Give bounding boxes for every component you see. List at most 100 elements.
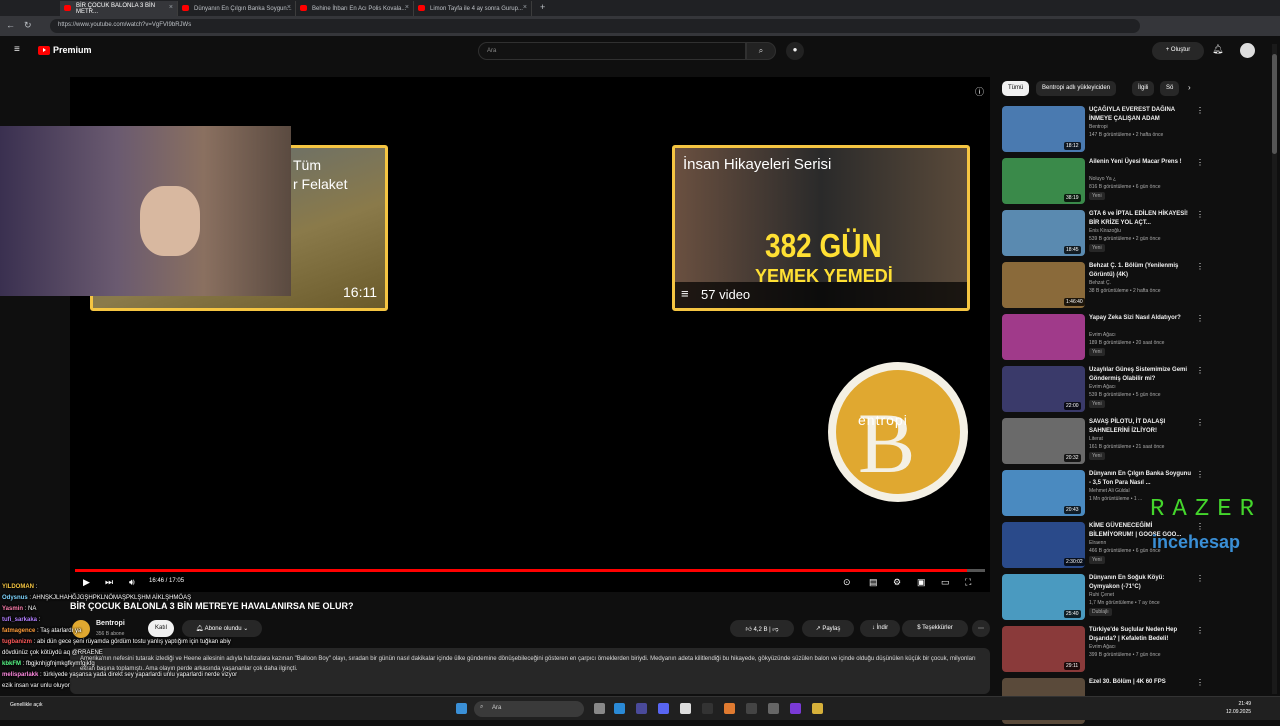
recommendation-item[interactable]: 18:12 UÇAĞIYLA EVEREST DAĞINA İNMEYE ÇALI… — [1000, 104, 1204, 154]
chrome-icon[interactable] — [636, 703, 647, 714]
close-icon[interactable]: × — [169, 4, 173, 11]
recommendation-item[interactable]: Yapay Zeka Sizi Nasıl Aldatıyor? Evrim Ağ… — [1000, 312, 1204, 362]
url-field[interactable]: https://www.youtube.com/watch?v=VgFVI9bR… — [50, 19, 1140, 33]
back-icon[interactable]: ← — [6, 20, 15, 30]
chip-related[interactable]: İlgili — [1132, 81, 1155, 96]
scrollbar[interactable] — [1272, 44, 1277, 694]
recommendation-item[interactable]: 1:46:40 Behzat Ç. 1. Bölüm (Yenilenmiş Gö… — [1000, 260, 1204, 310]
info-icon[interactable]: ⓘ — [975, 85, 984, 98]
weather-widget[interactable]: Genellikle açık — [10, 702, 43, 709]
recommendation-channel[interactable]: Evrim Ağacı — [1089, 384, 1116, 390]
more-options-icon[interactable]: ⋮ — [1196, 366, 1204, 375]
settings-icon[interactable]: ⚙ — [893, 577, 901, 588]
share-button[interactable]: ↗ Paylaş — [802, 620, 854, 637]
more-options-icon[interactable]: ⋮ — [1196, 470, 1204, 479]
recommendation-channel[interactable]: Evrim Ağacı — [1089, 332, 1116, 338]
start-icon[interactable] — [456, 703, 467, 714]
taskbar-clock[interactable]: 21:49 12.09.2025 — [1226, 700, 1251, 716]
miniplayer-icon[interactable]: ▣ — [917, 577, 926, 588]
browser-tab[interactable]: BİR ÇOCUK BALONLA 3 BİN METR... × — [60, 1, 178, 16]
recommendation-channel[interactable]: Noluyo Ya ¿ — [1089, 176, 1116, 182]
more-options-icon[interactable]: ⋮ — [1196, 210, 1204, 219]
fullscreen-icon[interactable]: ⛶ — [965, 577, 971, 588]
recommendation-item[interactable]: 20:32 SAVAŞ PİLOTU, İT DALAŞI SAHNELERİNİ… — [1000, 416, 1204, 466]
recommendation-title[interactable]: Uzaylılar Güneş Sistemimize Gemi Gönderm… — [1089, 366, 1194, 384]
recommendation-item[interactable]: 22:00 Uzaylılar Güneş Sistemimize Gemi Gö… — [1000, 364, 1204, 414]
recommendation-channel[interactable]: Mehmet Ali Güldal — [1089, 488, 1130, 494]
more-actions-button[interactable]: ⋯ — [972, 620, 990, 637]
chip-uploader[interactable]: Bentropi adlı yükleyiciden — [1036, 81, 1117, 96]
voice-search-button[interactable]: ● — [786, 42, 804, 60]
more-options-icon[interactable]: ⋮ — [1196, 574, 1204, 583]
recommendation-channel[interactable]: Bentropi — [1089, 124, 1108, 130]
more-options-icon[interactable]: ⋮ — [1196, 262, 1204, 271]
recommendation-title[interactable]: GTA 6 ve İPTAL EDİLEN HİKAYESİ! BİR KRİZ… — [1089, 210, 1194, 228]
channel-subscribe-badge[interactable]: B entropi — [828, 362, 968, 502]
more-options-icon[interactable]: ⋮ — [1196, 314, 1204, 323]
browser-tab[interactable]: Limon Tayfa ile 4 ay sonra Gurup... × — [414, 1, 532, 16]
close-icon[interactable]: × — [287, 4, 291, 11]
chip-more[interactable]: Sö — [1160, 81, 1180, 96]
more-options-icon[interactable]: ⋮ — [1196, 106, 1204, 115]
recommendation-title[interactable]: Yapay Zeka Sizi Nasıl Aldatıyor? — [1089, 314, 1194, 323]
app-icon[interactable] — [812, 703, 823, 714]
recommendation-channel[interactable]: Evrim Ağacı — [1089, 644, 1116, 650]
captions-icon[interactable]: ▤ — [869, 577, 878, 588]
bell-icon[interactable]: 🔔︎ — [1212, 44, 1223, 55]
thanks-button[interactable]: $ Teşekkürler — [902, 620, 968, 637]
app-icon[interactable] — [680, 703, 691, 714]
more-options-icon[interactable]: ⋮ — [1196, 158, 1204, 167]
download-button[interactable]: ↓ İndir — [860, 620, 900, 637]
recommendation-channel[interactable]: Elraenn — [1089, 540, 1106, 546]
progress-bar[interactable] — [75, 569, 985, 572]
recommendation-item[interactable]: 18:45 GTA 6 ve İPTAL EDİLEN HİKAYESİ! BİR… — [1000, 208, 1204, 258]
recommendation-channel[interactable]: Ruhi Çenet — [1089, 592, 1114, 598]
edge-icon[interactable] — [614, 703, 625, 714]
more-options-icon[interactable]: ⋮ — [1196, 522, 1204, 531]
task-view-icon[interactable] — [594, 703, 605, 714]
youtube-logo[interactable]: Premium — [38, 45, 92, 55]
recommendation-channel[interactable]: Literat — [1089, 436, 1103, 442]
app-icon[interactable] — [746, 703, 757, 714]
search-button[interactable]: ⌕ — [746, 42, 776, 60]
browser-tab[interactable]: Dünyanın En Çılgın Banka Soygun... × — [178, 1, 296, 16]
more-options-icon[interactable]: ⋮ — [1196, 418, 1204, 427]
theater-mode-icon[interactable]: ▭ — [941, 577, 950, 588]
app-icon[interactable] — [790, 703, 801, 714]
thumbs-down-icon[interactable]: 👎︎ — [772, 627, 778, 633]
recommendation-channel[interactable]: Enis Kirazoğlu — [1089, 228, 1121, 234]
avatar[interactable] — [1240, 43, 1255, 58]
scrollbar-thumb[interactable] — [1272, 54, 1277, 154]
recommendation-title[interactable]: Ailenin Yeni Üyesi Macar Prens ! — [1089, 158, 1194, 167]
close-icon[interactable]: × — [405, 4, 409, 11]
reload-icon[interactable]: ↻ — [24, 20, 32, 31]
new-tab-icon[interactable]: + — [540, 2, 545, 12]
recommendation-channel[interactable]: Behzat Ç. — [1089, 280, 1111, 286]
app-icon[interactable] — [768, 703, 779, 714]
app-icon[interactable] — [724, 703, 735, 714]
discord-icon[interactable] — [658, 703, 669, 714]
create-button[interactable]: + Oluştur — [1152, 42, 1204, 60]
more-options-icon[interactable]: ⋮ — [1196, 678, 1204, 687]
chevron-right-icon[interactable]: › — [1188, 83, 1191, 92]
recommendation-title[interactable]: Behzat Ç. 1. Bölüm (Yenilenmiş Görüntü) … — [1089, 262, 1194, 280]
app-icon[interactable] — [702, 703, 713, 714]
endscreen-playlist-card[interactable]: İnsan Hikayeleri Serisi 382 GÜN YEMEK YE… — [672, 145, 970, 311]
close-icon[interactable]: × — [523, 4, 527, 11]
recommendation-title[interactable]: Ezel 30. Bölüm | 4K 60 FPS — [1089, 678, 1194, 687]
recommendation-item[interactable]: 38:19 Ailenin Yeni Üyesi Macar Prens ! Nol… — [1000, 156, 1204, 206]
more-options-icon[interactable]: ⋮ — [1196, 626, 1204, 635]
recommendation-item[interactable]: 29:11 Türkiye'de Suçlular Neden Hep Dışar… — [1000, 624, 1204, 674]
recommendation-thumbnail[interactable] — [1002, 314, 1085, 360]
recommendation-title[interactable]: Türkiye'de Suçlular Neden Hep Dışarıda? … — [1089, 626, 1194, 644]
recommendation-item[interactable]: 25:40 Dünyanın En Soğuk Köyü: Oymyakon (-… — [1000, 572, 1204, 622]
search-input[interactable]: Ara — [478, 42, 746, 60]
recommendation-title[interactable]: Dünyanın En Çılgın Banka Soygunu - 3,5 T… — [1089, 470, 1194, 488]
recommendation-title[interactable]: SAVAŞ PİLOTU, İT DALAŞI SAHNELERİNİ İZLİ… — [1089, 418, 1194, 436]
menu-icon[interactable]: ≡ — [14, 44, 20, 55]
autoplay-toggle-icon[interactable]: ⊙ — [843, 577, 851, 588]
taskbar-search[interactable]: ⌕ Ara — [474, 701, 584, 717]
chip-all[interactable]: Tümü — [1002, 81, 1030, 96]
browser-tab[interactable]: Behine İhbarı En Acı Polis Kovala... × — [296, 1, 414, 16]
recommendation-title[interactable]: Dünyanın En Soğuk Köyü: Oymyakon (-71°C) — [1089, 574, 1194, 592]
